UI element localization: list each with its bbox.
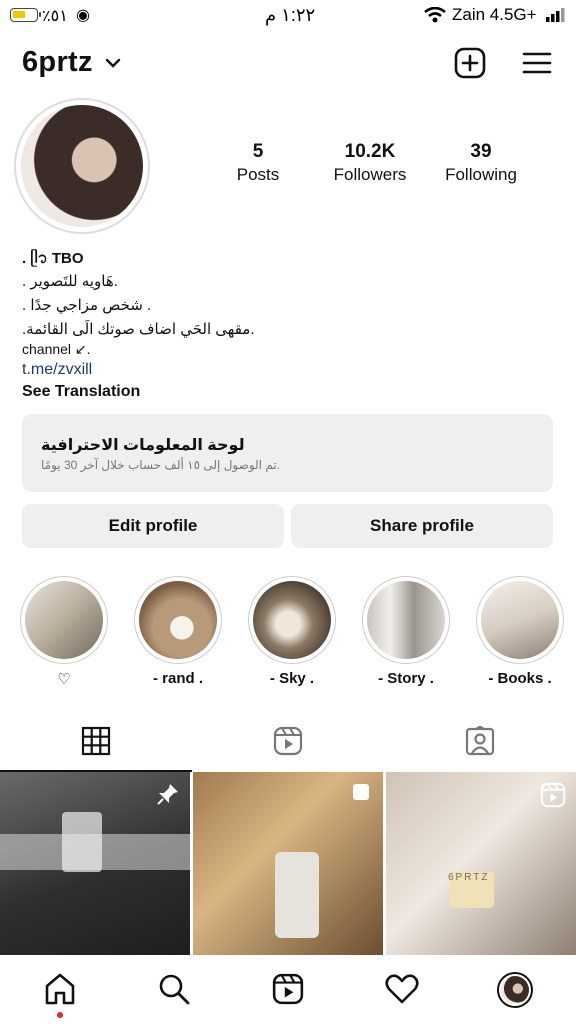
reel-badge-icon [540,782,566,808]
following-label: Following [445,165,517,184]
professional-dashboard[interactable]: لوحة المعلومات الاحترافية تم الوصول إلى … [22,414,553,492]
bio-line-1: . ᥫ᭡ TBO [22,250,84,267]
stat-followers[interactable]: 10.2K Followers [310,141,430,185]
bio-link[interactable]: t.me/zvxill [22,361,92,379]
highlight-cover [253,581,331,659]
profile-nav-avatar[interactable] [497,972,533,1008]
highlight-cover [25,581,103,659]
highlight-rand[interactable] [134,576,222,664]
home-icon[interactable] [43,972,77,1006]
grid-icon[interactable] [81,726,111,756]
post-thumbnail[interactable] [193,772,383,955]
heart-icon[interactable] [385,974,419,1004]
highlight-heart[interactable] [20,576,108,664]
highlight-cover [367,581,445,659]
bio-line-3: . شخص مزاجي جدًا . [22,297,152,314]
notification-dot [57,1012,63,1018]
see-translation[interactable]: See Translation [22,383,140,401]
bio-line-2: . هَاويه للتَصوير. [22,273,118,290]
bottom-navigation [0,955,576,1024]
battery-icon [10,8,41,22]
chevron-down-icon [105,59,121,69]
carrier-name: Zain 4.5G+ [452,5,537,24]
highlight-books[interactable] [476,576,564,664]
avatar-image [501,976,529,1004]
battery-percent: ٪٥١ [42,8,68,25]
highlight-label: - Books . [488,670,552,687]
post-glass [62,812,102,872]
dashboard-title: لوحة المعلومات الاحترافية [41,437,245,454]
highlight-cover [139,581,217,659]
search-icon[interactable] [158,973,190,1005]
followers-label: Followers [333,165,407,184]
reels-nav-icon[interactable] [272,973,304,1005]
highlight-sky[interactable] [248,576,336,664]
edit-profile-button[interactable]: Edit profile [22,504,284,548]
highlight-label: - Story . [378,670,434,687]
followers-count: 10.2K [344,141,396,162]
stat-posts[interactable]: 5 Posts [198,141,318,185]
reels-icon[interactable] [273,726,303,756]
username-switcher[interactable]: 6prtz [22,46,121,79]
highlight-label: - rand . [152,670,203,687]
clock: ١:٢٢ م [265,5,316,25]
highlight-label: - Sky . [269,670,315,687]
posts-count: 5 [252,141,264,162]
highlight-cover [481,581,559,659]
hamburger-menu-icon[interactable] [522,51,552,75]
posts-label: Posts [236,165,280,184]
post-cup [275,852,319,938]
wifi-icon [424,7,446,23]
focus-icon: ◉ [76,7,90,24]
signal-icon [546,8,565,22]
profile-avatar[interactable] [14,98,150,234]
post-thumbnail[interactable] [0,772,190,955]
highlight-label: ♡ [57,671,71,688]
dashboard-subtitle: تم الوصول إلى ١٥ ألف حساب خلال آخر 30 يو… [41,458,281,472]
username: 6prtz [22,46,93,78]
pin-icon [157,784,178,805]
tagged-icon[interactable] [465,726,495,756]
carousel-icon [353,784,369,800]
bio-line-5: channel ↙︎. [22,341,91,357]
highlight-story[interactable] [362,576,450,664]
stat-following[interactable]: 39 Following [421,141,541,185]
post-thumbnail[interactable]: 6PRTZ [386,772,576,955]
share-profile-button[interactable]: Share profile [291,504,553,548]
following-count: 39 [470,141,492,162]
watermark: 6PRTZ [448,872,490,883]
plus-square-icon[interactable] [454,47,486,79]
bio-line-4: .مقهى الحَي اضاف صوتك الَى القائمة. [22,321,255,338]
status-bar: ٪٥١ ◉ ١:٢٢ م Zain 4.5G+ [0,0,576,34]
avatar-image [21,105,143,227]
